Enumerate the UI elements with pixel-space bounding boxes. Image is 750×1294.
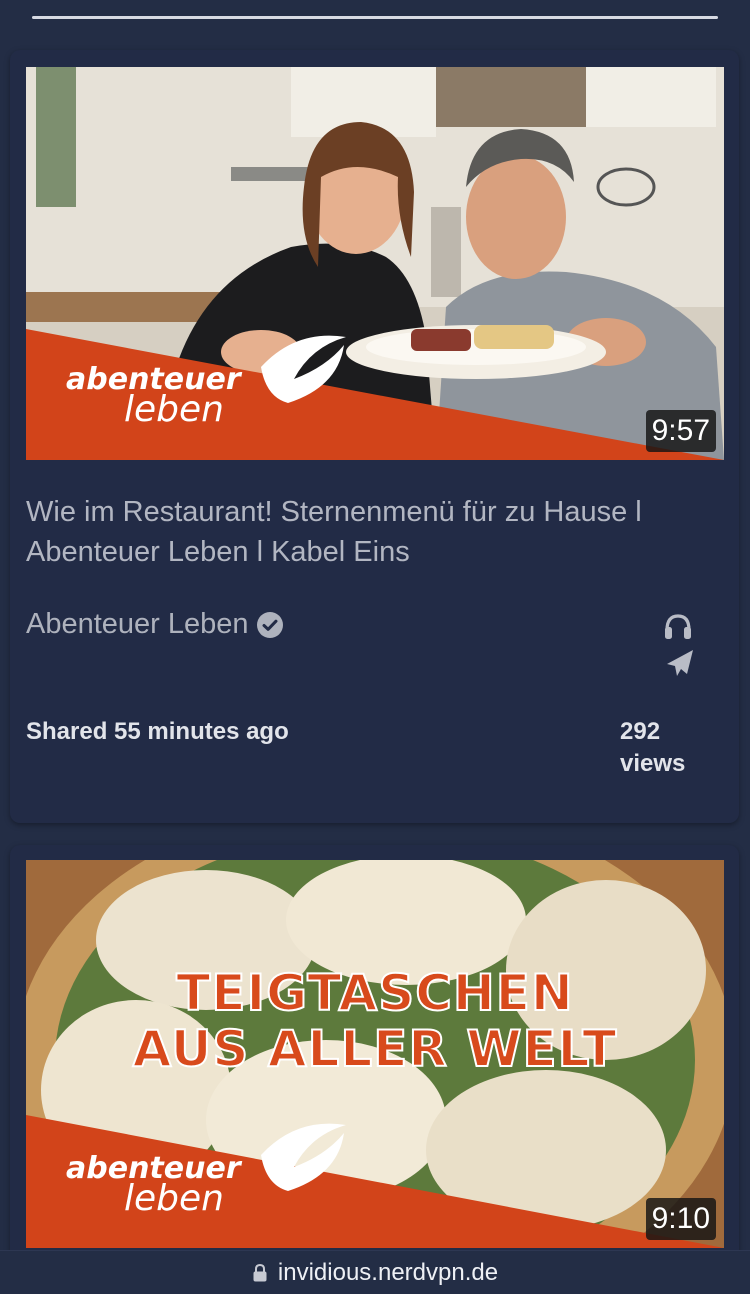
brand-line2: leben xyxy=(124,389,224,430)
page: abenteuer leben 9:57 Wie im Restaurant! … xyxy=(0,0,750,1294)
browser-url-bar[interactable]: invidious.nerdvpn.de xyxy=(0,1250,750,1294)
channel-row: Abenteuer Leben xyxy=(26,608,283,641)
brand-logo: abenteuer leben xyxy=(66,365,241,430)
view-count: 292 views xyxy=(620,718,686,777)
shared-time: Shared 55 minutes ago xyxy=(26,718,289,745)
duration-badge: 9:10 xyxy=(645,1198,716,1240)
video-title[interactable]: Wie im Restaurant! Sternenmenü für zu Ha… xyxy=(26,492,716,572)
video-card: TEIGTASCHEN AUS ALLER WELT abenteuer leb… xyxy=(10,845,739,1265)
video-thumbnail[interactable]: abenteuer leben 9:57 xyxy=(26,67,724,460)
paper-plane-icon[interactable] xyxy=(665,648,695,678)
headline-line2: AUS ALLER WELT xyxy=(132,1020,618,1078)
headline-line1: TEIGTASCHEN xyxy=(175,964,574,1022)
channel-name[interactable]: Abenteuer Leben xyxy=(26,608,249,641)
video-card: abenteuer leben 9:57 Wie im Restaurant! … xyxy=(10,50,739,823)
headphones-icon[interactable] xyxy=(663,612,693,640)
url-text: invidious.nerdvpn.de xyxy=(277,1258,499,1286)
duration-badge: 9:57 xyxy=(645,410,716,452)
lock-icon xyxy=(253,1263,267,1281)
brand-line2: leben xyxy=(124,1178,224,1219)
thumbnail-headline: TEIGTASCHEN AUS ALLER WELT xyxy=(26,964,724,1078)
divider xyxy=(32,16,718,19)
check-circle-icon xyxy=(256,611,283,638)
video-thumbnail[interactable]: TEIGTASCHEN AUS ALLER WELT abenteuer leb… xyxy=(26,860,724,1248)
brand-logo: abenteuer leben xyxy=(66,1154,241,1219)
